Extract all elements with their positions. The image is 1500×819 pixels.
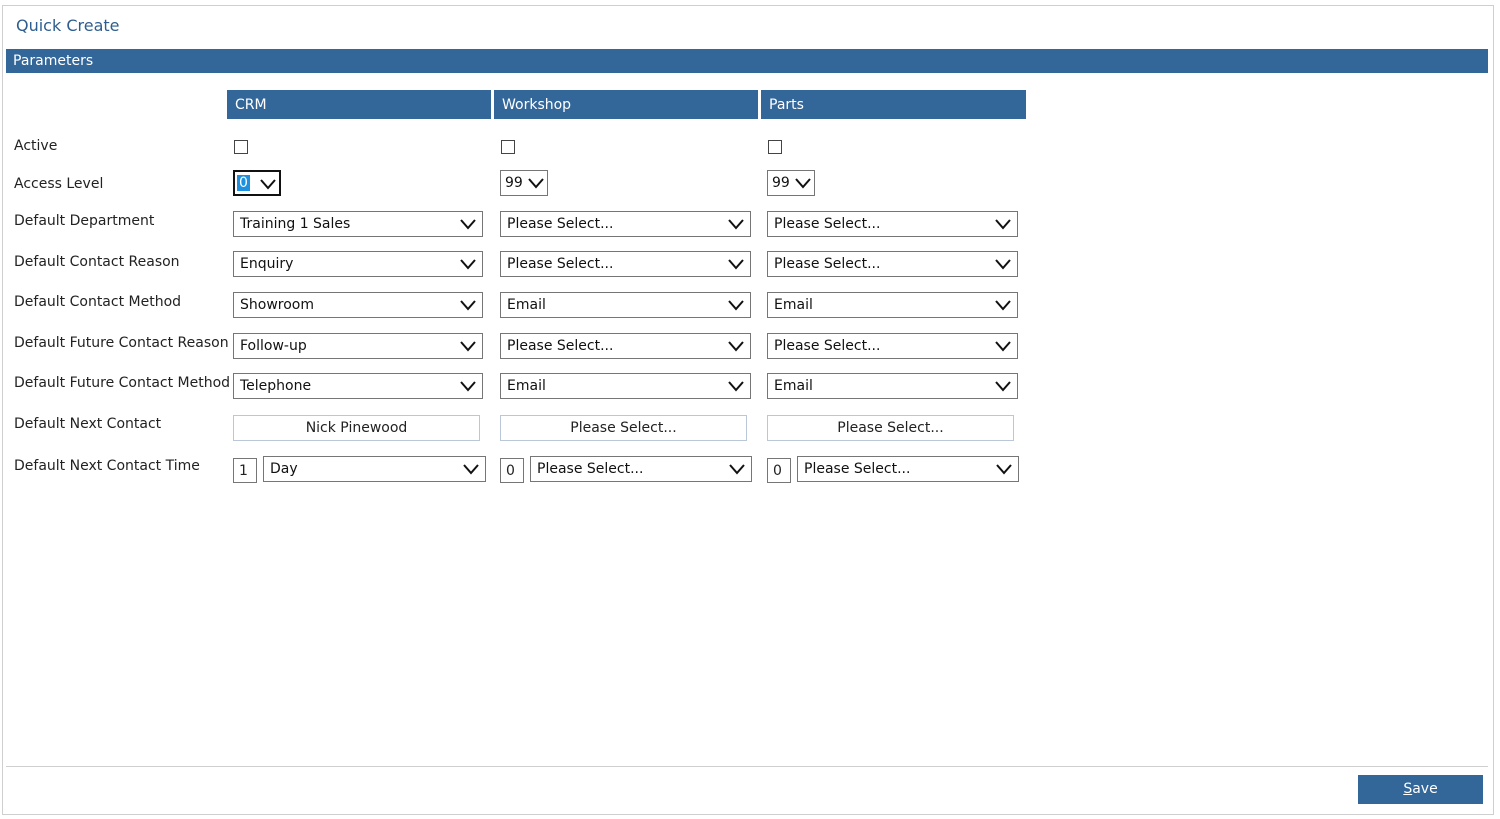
- label-default-next-contact: Default Next Contact: [14, 416, 162, 432]
- select-value: Please Select...: [804, 461, 911, 477]
- chevron-down-icon: [728, 300, 744, 311]
- quick-create-panel: [2, 5, 1494, 815]
- crm-future-contact-method-select[interactable]: Telephone: [233, 373, 483, 399]
- select-value: Please Select...: [774, 216, 881, 232]
- workshop-contact-method-select[interactable]: Email: [500, 292, 751, 318]
- column-header-label: Parts: [769, 97, 804, 113]
- select-value: Training 1 Sales: [240, 216, 351, 232]
- parts-next-time-quantity-input[interactable]: 0: [767, 458, 791, 483]
- select-value: Please Select...: [774, 256, 881, 272]
- select-value: 0: [237, 175, 250, 191]
- column-header-parts: Parts: [761, 90, 1026, 119]
- chevron-down-icon: [260, 179, 276, 190]
- parameters-section-header: Parameters: [6, 49, 1488, 73]
- label-default-department: Default Department: [14, 213, 155, 229]
- column-header-workshop: Workshop: [494, 90, 758, 119]
- parts-contact-reason-select[interactable]: Please Select...: [767, 251, 1018, 277]
- chevron-down-icon: [728, 219, 744, 230]
- crm-future-contact-reason-select[interactable]: Follow-up: [233, 333, 483, 359]
- select-value: 99: [772, 175, 790, 191]
- chevron-down-icon: [995, 381, 1011, 392]
- chevron-down-icon: [460, 219, 476, 230]
- chevron-down-icon: [995, 219, 1011, 230]
- chevron-down-icon: [728, 259, 744, 270]
- crm-access-level-select[interactable]: 0: [233, 170, 281, 196]
- chevron-down-icon: [460, 381, 476, 392]
- chevron-down-icon: [463, 464, 479, 475]
- label-default-contact-method: Default Contact Method: [14, 294, 182, 310]
- crm-active-checkbox[interactable]: [234, 140, 248, 154]
- select-value: Please Select...: [507, 216, 614, 232]
- section-title: Parameters: [13, 53, 94, 69]
- chevron-down-icon: [995, 341, 1011, 352]
- crm-contact-reason-select[interactable]: Enquiry: [233, 251, 483, 277]
- crm-next-time-unit-select[interactable]: Day: [263, 456, 486, 482]
- select-value: Follow-up: [240, 338, 307, 354]
- chevron-down-icon: [995, 259, 1011, 270]
- page-title: Quick Create: [16, 16, 120, 35]
- parts-department-select[interactable]: Please Select...: [767, 211, 1018, 237]
- chevron-down-icon: [728, 341, 744, 352]
- parts-next-time-unit-select[interactable]: Please Select...: [797, 456, 1019, 482]
- chevron-down-icon: [460, 259, 476, 270]
- footer-divider: [6, 766, 1488, 767]
- workshop-access-level-select[interactable]: 99: [500, 170, 548, 196]
- input-value: 1: [239, 463, 248, 479]
- crm-department-select[interactable]: Training 1 Sales: [233, 211, 483, 237]
- parts-contact-method-select[interactable]: Email: [767, 292, 1018, 318]
- label-active: Active: [14, 138, 58, 154]
- chevron-down-icon: [995, 300, 1011, 311]
- select-value: 99: [505, 175, 523, 191]
- workshop-next-time-quantity-input[interactable]: 0: [500, 458, 524, 483]
- select-value: Showroom: [240, 297, 314, 313]
- select-value: Email: [774, 297, 813, 313]
- select-value: Please Select...: [507, 256, 614, 272]
- column-header-label: Workshop: [502, 97, 572, 113]
- select-value: Enquiry: [240, 256, 294, 272]
- label-default-future-contact-method: Default Future Contact Method: [14, 375, 231, 391]
- crm-next-time-quantity-input[interactable]: 1: [233, 458, 257, 483]
- parts-access-level-select[interactable]: 99: [767, 170, 815, 196]
- input-value: 0: [506, 463, 515, 479]
- workshop-future-contact-method-select[interactable]: Email: [500, 373, 751, 399]
- crm-contact-method-select[interactable]: Showroom: [233, 292, 483, 318]
- workshop-department-select[interactable]: Please Select...: [500, 211, 751, 237]
- chevron-down-icon: [528, 178, 544, 189]
- input-value: 0: [773, 463, 782, 479]
- workshop-active-checkbox[interactable]: [501, 140, 515, 154]
- select-value: Please Select...: [774, 338, 881, 354]
- chevron-down-icon: [996, 464, 1012, 475]
- crm-next-contact-button[interactable]: Nick Pinewood: [233, 415, 480, 441]
- select-value: Email: [507, 297, 546, 313]
- chevron-down-icon: [728, 381, 744, 392]
- workshop-contact-reason-select[interactable]: Please Select...: [500, 251, 751, 277]
- workshop-next-contact-button[interactable]: Please Select...: [500, 415, 747, 441]
- parts-active-checkbox[interactable]: [768, 140, 782, 154]
- select-value: Email: [774, 378, 813, 394]
- chevron-down-icon: [460, 341, 476, 352]
- save-button[interactable]: Save: [1358, 775, 1483, 804]
- column-header-crm: CRM: [227, 90, 491, 119]
- workshop-future-contact-reason-select[interactable]: Please Select...: [500, 333, 751, 359]
- select-value: Please Select...: [537, 461, 644, 477]
- label-default-next-contact-time: Default Next Contact Time: [14, 458, 200, 474]
- parts-next-contact-button[interactable]: Please Select...: [767, 415, 1014, 441]
- label-access-level: Access Level: [14, 176, 104, 192]
- chevron-down-icon: [460, 300, 476, 311]
- chevron-down-icon: [729, 464, 745, 475]
- workshop-next-time-unit-select[interactable]: Please Select...: [530, 456, 752, 482]
- parts-future-contact-reason-select[interactable]: Please Select...: [767, 333, 1018, 359]
- label-default-future-contact-reason: Default Future Contact Reason: [14, 335, 229, 351]
- chevron-down-icon: [795, 178, 811, 189]
- select-value: Email: [507, 378, 546, 394]
- parts-future-contact-method-select[interactable]: Email: [767, 373, 1018, 399]
- select-value: Please Select...: [507, 338, 614, 354]
- column-header-label: CRM: [235, 97, 267, 113]
- select-value: Telephone: [240, 378, 312, 394]
- label-default-contact-reason: Default Contact Reason: [14, 254, 180, 270]
- select-value: Day: [270, 461, 298, 477]
